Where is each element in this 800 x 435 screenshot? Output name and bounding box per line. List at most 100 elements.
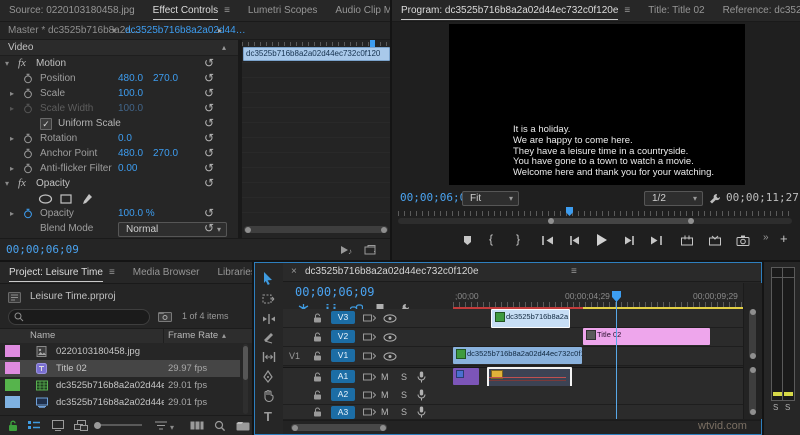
solo-left-button[interactable]: S (773, 403, 778, 412)
project-file-row[interactable]: Leisure Time.prproj (0, 288, 252, 306)
program-scrollbar[interactable] (398, 218, 792, 224)
label-swatch[interactable] (5, 396, 20, 408)
opacity-value[interactable]: 100.0 % (118, 206, 155, 221)
sync-lock-icon[interactable] (363, 372, 376, 382)
selection-tool-icon[interactable] (262, 271, 275, 285)
solo-right-button[interactable]: S (785, 403, 790, 412)
track-badge-v2[interactable]: V2 (331, 330, 355, 343)
reset-antiflicker-icon[interactable]: ↺ (204, 161, 214, 176)
rotation-value[interactable]: 0.0 (118, 131, 132, 146)
anchor-y-value[interactable]: 270.0 (153, 146, 178, 161)
search-bin-icon[interactable] (158, 310, 172, 322)
position-x-value[interactable]: 480.0 (118, 71, 143, 86)
tab-media-browser[interactable]: Media Browser (124, 262, 209, 283)
next-clip-icon[interactable]: ▸ (218, 22, 222, 39)
track-badge-a2[interactable]: A2 (331, 388, 355, 401)
sync-lock-icon[interactable] (363, 332, 376, 342)
play-button-icon[interactable] (595, 233, 608, 247)
scale-value[interactable]: 100.0 (118, 86, 143, 101)
reset-anchor-icon[interactable]: ↺ (204, 146, 214, 161)
sync-lock-icon[interactable] (363, 390, 376, 400)
solo-button[interactable]: S (401, 386, 407, 404)
antiflicker-value[interactable]: 0.00 (118, 161, 137, 176)
sort-asc-icon[interactable]: ▴ (222, 329, 226, 343)
track-lock-icon[interactable] (313, 407, 322, 417)
timeline-ruler[interactable]: ;00;00 00;00;04;29 00;00;09;29 (453, 283, 743, 307)
rect-mask-icon[interactable] (60, 194, 72, 204)
ec-ruler[interactable] (242, 42, 390, 46)
extract-icon[interactable] (708, 235, 722, 246)
reset-position-icon[interactable]: ↺ (204, 71, 214, 86)
sync-lock-icon[interactable] (363, 351, 376, 361)
master-chevron-icon[interactable]: ▾ (112, 22, 116, 39)
mute-button[interactable]: M (381, 386, 389, 404)
track-lock-icon[interactable] (313, 351, 322, 361)
voiceover-mic-icon[interactable] (417, 406, 426, 418)
tab-title[interactable]: Title: Title 02 (639, 0, 713, 21)
tab-reference[interactable]: Reference: dc3525b716b8a2a (714, 0, 800, 21)
ec-timecode[interactable]: 00;00;06;09 (6, 239, 79, 260)
column-frame-rate[interactable]: Frame Rate (168, 329, 218, 343)
ripple-edit-tool-icon[interactable] (262, 313, 276, 325)
icon-view-icon[interactable] (52, 420, 64, 431)
opacity-effect-header[interactable]: ▾ fx Opacity ↺ (0, 176, 238, 191)
track-output-eye-icon[interactable] (383, 314, 397, 323)
transport-more-icon[interactable]: » (763, 232, 768, 243)
master-clip-name[interactable]: dc3525b716b8a2a02d44… (125, 22, 246, 39)
tab-project[interactable]: Project: Leisure Time ≡ (0, 262, 124, 283)
audio-tracks-scrollbar[interactable] (749, 367, 756, 415)
comparison-view-icon[interactable] (364, 245, 376, 255)
clip-title-02[interactable]: Title 02 (583, 328, 710, 345)
track-lock-icon[interactable] (313, 390, 322, 400)
stopwatch-icon[interactable] (23, 88, 33, 99)
fit-dropdown[interactable]: Fit ▾ (462, 191, 519, 206)
track-output-eye-icon[interactable] (383, 352, 397, 361)
panel-menu-icon[interactable]: ≡ (571, 263, 577, 281)
video-section-header[interactable]: Video ▴ (0, 40, 238, 56)
hand-tool-icon[interactable] (262, 389, 275, 402)
anchor-x-value[interactable]: 480.0 (118, 146, 143, 161)
project-writable-lock-icon[interactable] (8, 420, 18, 432)
pen-tool-icon[interactable] (262, 370, 274, 383)
video-tracks-scrollbar[interactable] (749, 309, 756, 359)
sort-options-icon[interactable] (155, 421, 167, 430)
panel-menu-icon[interactable]: ≡ (224, 5, 230, 16)
stopwatch-icon[interactable] (23, 148, 33, 159)
ec-playhead[interactable] (370, 40, 375, 47)
tab-audio-clip-mixer[interactable]: Audio Clip Mixer: dc (326, 0, 390, 21)
search-input[interactable] (8, 309, 150, 325)
clip-v1[interactable]: dc3525b716b8a2a02d44ec732c0f120 (453, 347, 582, 364)
mark-in-icon[interactable]: { (489, 232, 493, 246)
zoom-slider[interactable] (94, 421, 142, 429)
label-swatch[interactable] (5, 345, 20, 357)
tab-effect-controls[interactable]: Effect Controls ≡ (144, 0, 239, 21)
mute-button[interactable]: M (381, 405, 389, 419)
expand-icon[interactable]: ▸ (10, 206, 14, 221)
lift-icon[interactable] (680, 235, 694, 246)
panel-menu-icon[interactable]: ≡ (624, 5, 630, 16)
label-swatch[interactable] (5, 362, 20, 374)
motion-effect-header[interactable]: ▾ fx Motion ↺ (0, 56, 238, 71)
sort-chevron-icon[interactable]: ▾ (170, 423, 174, 432)
razor-tool-icon[interactable] (262, 332, 275, 344)
step-back-icon[interactable] (569, 235, 581, 246)
voiceover-mic-icon[interactable] (417, 389, 426, 401)
label-swatch[interactable] (5, 379, 20, 391)
solo-button[interactable]: S (401, 368, 407, 386)
reset-motion-icon[interactable]: ↺ (204, 56, 214, 71)
reset-scale-icon[interactable]: ↺ (204, 86, 214, 101)
stopwatch-icon[interactable] (23, 133, 33, 144)
panel-menu-icon[interactable]: ≡ (109, 267, 115, 278)
track-select-tool-icon[interactable] (262, 293, 276, 305)
track-badge-a1[interactable]: A1 (331, 370, 355, 383)
ec-h-scrollbar[interactable] (244, 226, 388, 233)
track-lock-icon[interactable] (313, 372, 322, 382)
uniform-scale-checkbox[interactable]: ✓ (40, 118, 52, 130)
type-tool-icon[interactable]: T (264, 409, 272, 424)
sync-lock-icon[interactable] (363, 313, 376, 323)
reset-blend-icon[interactable]: ↺ (204, 221, 214, 236)
audio-meter-bars[interactable] (771, 267, 795, 401)
program-video-frame[interactable]: It is a holiday. We are happy to come he… (449, 24, 745, 185)
position-y-value[interactable]: 270.0 (153, 71, 178, 86)
tab-libraries[interactable]: Libraries (208, 262, 252, 283)
